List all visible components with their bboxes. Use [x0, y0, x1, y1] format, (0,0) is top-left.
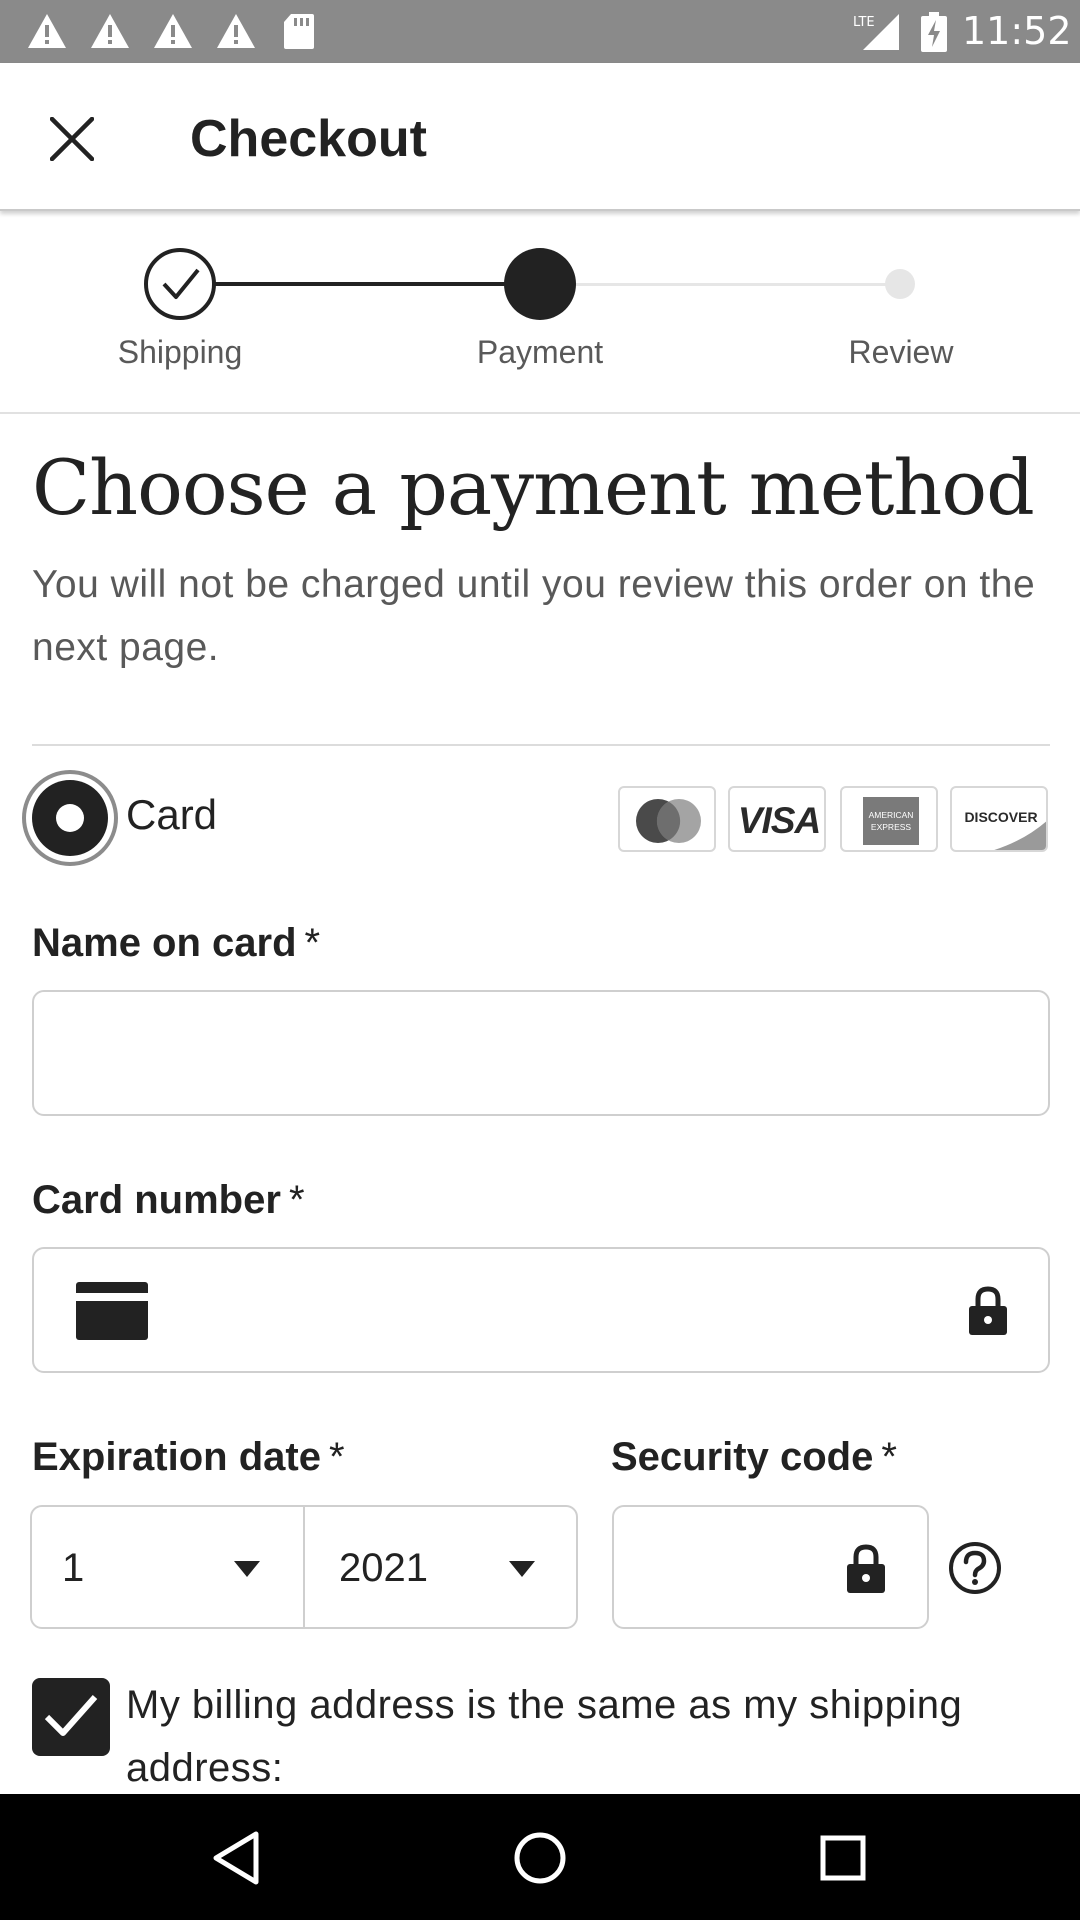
billing-same-label[interactable]: My billing address is the same as my shi…: [126, 1674, 1056, 1800]
warning-icon: [28, 14, 66, 48]
card-radio-button[interactable]: [22, 770, 118, 866]
required-mark: *: [328, 1435, 345, 1479]
amex-logo: AMERICAN EXPRESS: [840, 786, 938, 852]
help-icon[interactable]: [948, 1541, 1002, 1595]
divider: [32, 744, 1050, 746]
status-bar: LTE 11:52: [0, 0, 1080, 63]
required-mark: *: [304, 921, 321, 965]
warning-icon: [91, 14, 129, 48]
section-subtext: You will not be charged until you review…: [32, 563, 1036, 669]
status-time: 11:52: [962, 9, 1072, 53]
back-icon[interactable]: [200, 1822, 272, 1894]
mastercard-logo: [618, 786, 716, 852]
warning-icon: [154, 14, 192, 48]
close-icon: [50, 117, 94, 161]
required-mark: *: [288, 1178, 305, 1222]
expiration-year-select[interactable]: 2021: [305, 1507, 578, 1627]
credit-card-icon: [76, 1282, 148, 1340]
recents-icon[interactable]: [807, 1822, 879, 1894]
visa-logo: VISA: [728, 786, 826, 852]
warning-icon: [217, 14, 255, 48]
step-payment-dot: [504, 248, 576, 320]
step-review-dot: [885, 269, 915, 299]
step-shipping-check-icon[interactable]: [144, 248, 216, 320]
home-icon[interactable]: [504, 1822, 576, 1894]
step-label-review: Review: [848, 334, 954, 370]
expiration-date-group: 1 2021: [30, 1505, 578, 1629]
stepper-remaining-line: [540, 283, 900, 286]
lock-icon: [969, 1286, 1007, 1335]
required-mark: *: [881, 1435, 897, 1479]
stepper-progress-line: [180, 282, 540, 286]
name-on-card-input[interactable]: [32, 990, 1050, 1116]
lock-icon: [847, 1544, 885, 1593]
lte-signal-icon: LTE: [853, 14, 899, 50]
close-button[interactable]: [36, 103, 108, 175]
discover-logo: DISCOVER: [950, 786, 1048, 852]
card-number-label: Card number *: [32, 1178, 305, 1222]
battery-charging-icon: [921, 12, 947, 52]
step-label-shipping[interactable]: Shipping: [60, 332, 300, 372]
section-heading: Choose a payment method: [32, 443, 1035, 532]
sd-card-icon: [284, 14, 314, 49]
card-number-input[interactable]: [32, 1247, 1050, 1373]
security-code-label: Security code *: [611, 1435, 897, 1479]
expiration-month-select[interactable]: 1: [32, 1507, 303, 1627]
name-on-card-label: Name on card *: [32, 921, 321, 965]
billing-same-checkbox[interactable]: [32, 1678, 110, 1756]
chevron-down-icon: [234, 1561, 260, 1577]
step-label-payment: Payment: [476, 334, 604, 370]
checkmark-icon: [44, 1695, 98, 1736]
navigation-bar: [0, 1794, 1080, 1920]
svg-text:EXPRESS: EXPRESS: [871, 822, 911, 832]
svg-text:VISA: VISA: [738, 800, 820, 841]
chevron-down-icon: [509, 1561, 535, 1577]
page-title: Checkout: [190, 110, 427, 168]
svg-text:DISCOVER: DISCOVER: [964, 809, 1037, 825]
app-header: Checkout: [0, 63, 1080, 211]
expiration-date-label: Expiration date *: [32, 1435, 345, 1479]
svg-text:AMERICAN: AMERICAN: [869, 810, 914, 820]
svg-text:LTE: LTE: [853, 15, 875, 30]
card-option-label[interactable]: Card: [126, 790, 217, 840]
checkout-stepper: Shipping Payment Review: [0, 214, 1080, 414]
security-code-input[interactable]: [612, 1505, 929, 1629]
